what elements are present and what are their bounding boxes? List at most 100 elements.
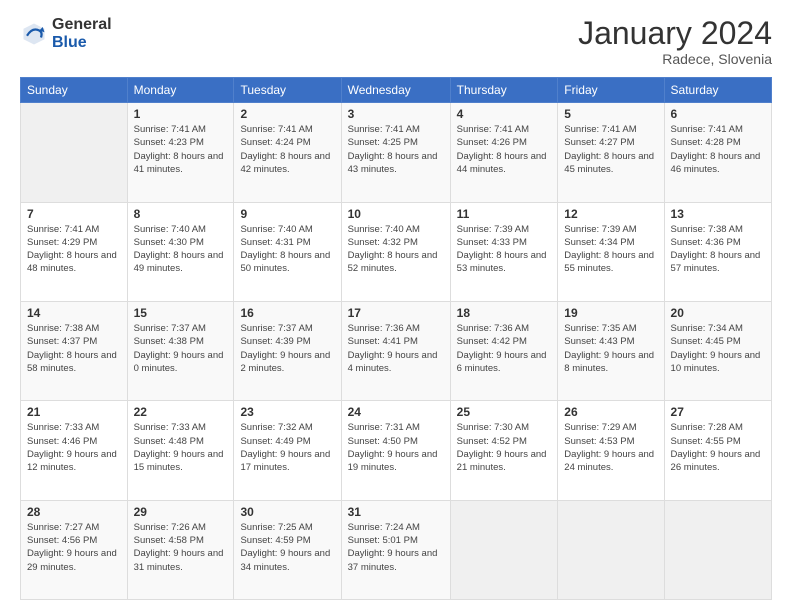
day-info: Sunrise: 7:35 AMSunset: 4:43 PMDaylight:… [564, 322, 657, 375]
day-number: 20 [671, 306, 765, 320]
day-cell: 2Sunrise: 7:41 AMSunset: 4:24 PMDaylight… [234, 103, 341, 202]
day-cell [558, 500, 664, 599]
weekday-header-tuesday: Tuesday [234, 78, 341, 103]
day-number: 6 [671, 107, 765, 121]
day-cell: 22Sunrise: 7:33 AMSunset: 4:48 PMDayligh… [127, 401, 234, 500]
location-subtitle: Radece, Slovenia [578, 51, 772, 67]
day-cell: 26 Sunrise: 7:29 AMSunset: 4:53 PMDayligh… [558, 401, 664, 500]
day-info: Sunrise: 7:41 AMSunset: 4:27 PMDaylight:… [564, 123, 657, 176]
day-info: Sunrise: 7:26 AMSunset: 4:58 PMDaylight:… [134, 521, 228, 574]
day-info: Sunrise: 7:41 AMSunset: 4:23 PMDaylight:… [134, 123, 228, 176]
day-number: 8 [134, 207, 228, 221]
day-number: 14 [27, 306, 121, 320]
day-number: 1 [134, 107, 228, 121]
day-cell: 12 Sunrise: 7:39 AMSunset: 4:34 PMDayligh… [558, 202, 664, 301]
day-cell: 6 Sunrise: 7:41 AMSunset: 4:28 PMDaylight… [664, 103, 771, 202]
day-info: Sunrise: 7:39 AMSunset: 4:34 PMDaylight:… [564, 223, 657, 276]
logo-blue: Blue [52, 34, 112, 52]
day-number: 25 [457, 405, 552, 419]
day-info: Sunrise: 7:40 AMSunset: 4:30 PMDaylight:… [134, 223, 228, 276]
day-info: Sunrise: 7:37 AMSunset: 4:38 PMDaylight:… [134, 322, 228, 375]
day-cell: 29Sunrise: 7:26 AMSunset: 4:58 PMDayligh… [127, 500, 234, 599]
day-number: 18 [457, 306, 552, 320]
week-row-1: 1 Sunrise: 7:41 AMSunset: 4:23 PMDaylight… [21, 103, 772, 202]
week-row-3: 14 Sunrise: 7:38 AMSunset: 4:37 PMDayligh… [21, 301, 772, 400]
day-info: Sunrise: 7:41 AMSunset: 4:26 PMDaylight:… [457, 123, 552, 176]
day-info: Sunrise: 7:41 AMSunset: 4:28 PMDaylight:… [671, 123, 765, 176]
day-number: 21 [27, 405, 121, 419]
day-cell [450, 500, 558, 599]
day-info: Sunrise: 7:39 AMSunset: 4:33 PMDaylight:… [457, 223, 552, 276]
day-number: 19 [564, 306, 657, 320]
weekday-header-monday: Monday [127, 78, 234, 103]
day-cell [664, 500, 771, 599]
day-cell: 19 Sunrise: 7:35 AMSunset: 4:43 PMDayligh… [558, 301, 664, 400]
day-number: 7 [27, 207, 121, 221]
day-info: Sunrise: 7:41 AMSunset: 4:25 PMDaylight:… [348, 123, 444, 176]
day-info: Sunrise: 7:28 AMSunset: 4:55 PMDaylight:… [671, 421, 765, 474]
day-number: 9 [240, 207, 334, 221]
day-cell: 7 Sunrise: 7:41 AMSunset: 4:29 PMDaylight… [21, 202, 128, 301]
calendar-page: General Blue January 2024 Radece, Sloven… [0, 0, 792, 612]
day-info: Sunrise: 7:41 AMSunset: 4:24 PMDaylight:… [240, 123, 334, 176]
weekday-header-wednesday: Wednesday [341, 78, 450, 103]
weekday-header-thursday: Thursday [450, 78, 558, 103]
day-cell: 17 Sunrise: 7:36 AMSunset: 4:41 PMDayligh… [341, 301, 450, 400]
title-block: January 2024 Radece, Slovenia [578, 16, 772, 67]
day-cell: 23Sunrise: 7:32 AMSunset: 4:49 PMDayligh… [234, 401, 341, 500]
logo-general: General [52, 16, 112, 34]
day-number: 3 [348, 107, 444, 121]
day-number: 28 [27, 505, 121, 519]
weekday-header-row: SundayMondayTuesdayWednesdayThursdayFrid… [21, 78, 772, 103]
page-header: General Blue January 2024 Radece, Sloven… [20, 16, 772, 67]
day-info: Sunrise: 7:30 AMSunset: 4:52 PMDaylight:… [457, 421, 552, 474]
day-number: 5 [564, 107, 657, 121]
day-cell: 13Sunrise: 7:38 AMSunset: 4:36 PMDayligh… [664, 202, 771, 301]
day-cell: 24Sunrise: 7:31 AMSunset: 4:50 PMDayligh… [341, 401, 450, 500]
weekday-header-sunday: Sunday [21, 78, 128, 103]
week-row-4: 21 Sunrise: 7:33 AMSunset: 4:46 PMDayligh… [21, 401, 772, 500]
weekday-header-saturday: Saturday [664, 78, 771, 103]
day-cell: 30 Sunrise: 7:25 AMSunset: 4:59 PMDayligh… [234, 500, 341, 599]
week-row-2: 7 Sunrise: 7:41 AMSunset: 4:29 PMDaylight… [21, 202, 772, 301]
day-cell: 31 Sunrise: 7:24 AMSunset: 5:01 PMDayligh… [341, 500, 450, 599]
day-number: 30 [240, 505, 334, 519]
day-cell: 15Sunrise: 7:37 AMSunset: 4:38 PMDayligh… [127, 301, 234, 400]
day-cell: 3 Sunrise: 7:41 AMSunset: 4:25 PMDaylight… [341, 103, 450, 202]
day-cell: 16 Sunrise: 7:37 AMSunset: 4:39 PMDayligh… [234, 301, 341, 400]
day-number: 26 [564, 405, 657, 419]
day-cell: 20 Sunrise: 7:34 AMSunset: 4:45 PMDayligh… [664, 301, 771, 400]
day-info: Sunrise: 7:41 AMSunset: 4:29 PMDaylight:… [27, 223, 121, 276]
day-info: Sunrise: 7:33 AMSunset: 4:46 PMDaylight:… [27, 421, 121, 474]
day-info: Sunrise: 7:38 AMSunset: 4:37 PMDaylight:… [27, 322, 121, 375]
day-number: 4 [457, 107, 552, 121]
day-number: 31 [348, 505, 444, 519]
day-number: 10 [348, 207, 444, 221]
day-info: Sunrise: 7:27 AMSunset: 4:56 PMDaylight:… [27, 521, 121, 574]
day-cell: 9 Sunrise: 7:40 AMSunset: 4:31 PMDaylight… [234, 202, 341, 301]
day-cell: 25 Sunrise: 7:30 AMSunset: 4:52 PMDayligh… [450, 401, 558, 500]
day-number: 16 [240, 306, 334, 320]
day-number: 17 [348, 306, 444, 320]
day-info: Sunrise: 7:37 AMSunset: 4:39 PMDaylight:… [240, 322, 334, 375]
day-number: 13 [671, 207, 765, 221]
week-row-5: 28 Sunrise: 7:27 AMSunset: 4:56 PMDayligh… [21, 500, 772, 599]
day-info: Sunrise: 7:36 AMSunset: 4:41 PMDaylight:… [348, 322, 444, 375]
day-cell: 28 Sunrise: 7:27 AMSunset: 4:56 PMDayligh… [21, 500, 128, 599]
day-info: Sunrise: 7:40 AMSunset: 4:31 PMDaylight:… [240, 223, 334, 276]
logo-text: General Blue [52, 16, 112, 51]
logo: General Blue [20, 16, 112, 51]
day-info: Sunrise: 7:31 AMSunset: 4:50 PMDaylight:… [348, 421, 444, 474]
day-cell: 4 Sunrise: 7:41 AMSunset: 4:26 PMDaylight… [450, 103, 558, 202]
day-cell: 21 Sunrise: 7:33 AMSunset: 4:46 PMDayligh… [21, 401, 128, 500]
day-info: Sunrise: 7:34 AMSunset: 4:45 PMDaylight:… [671, 322, 765, 375]
day-info: Sunrise: 7:29 AMSunset: 4:53 PMDaylight:… [564, 421, 657, 474]
day-info: Sunrise: 7:25 AMSunset: 4:59 PMDaylight:… [240, 521, 334, 574]
month-title: January 2024 [578, 16, 772, 51]
day-cell [21, 103, 128, 202]
day-info: Sunrise: 7:24 AMSunset: 5:01 PMDaylight:… [348, 521, 444, 574]
day-number: 23 [240, 405, 334, 419]
day-number: 12 [564, 207, 657, 221]
day-cell: 1 Sunrise: 7:41 AMSunset: 4:23 PMDaylight… [127, 103, 234, 202]
day-number: 22 [134, 405, 228, 419]
